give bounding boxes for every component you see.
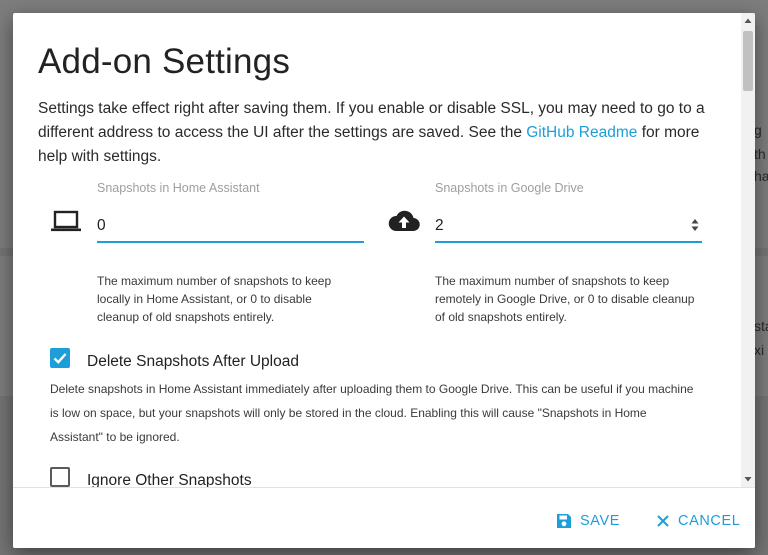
settings-dialog: Add-on Settings Settings take effect rig… (13, 13, 755, 548)
intro-text: Settings take effect right after saving … (38, 97, 718, 169)
drive-snapshots-input[interactable] (435, 211, 702, 243)
scroll-thumb[interactable] (743, 31, 753, 91)
close-icon (657, 515, 669, 527)
checkmark-icon (53, 353, 67, 364)
ha-snapshots-label: Snapshots in Home Assistant (97, 181, 260, 195)
drive-snapshots-help: The maximum number of snapshots to keep … (435, 274, 695, 324)
scroll-down-icon[interactable] (741, 472, 755, 486)
dialog-title: Add-on Settings (38, 42, 291, 81)
github-readme-link[interactable]: GitHub Readme (526, 124, 637, 141)
dialog-content[interactable]: Add-on Settings Settings take effect rig… (13, 13, 755, 487)
cancel-label: CANCEL (678, 513, 741, 529)
dialog-footer: SAVE CANCEL (13, 487, 755, 548)
dialog-scrollbar[interactable] (741, 13, 755, 487)
delete-after-upload-checkbox[interactable] (50, 348, 70, 368)
delete-after-upload-label[interactable]: Delete Snapshots After Upload (87, 353, 299, 371)
cloud-upload-icon (387, 208, 421, 239)
background-text: xi (754, 342, 765, 358)
ignore-other-snapshots-label[interactable]: Ignore Other Snapshots (87, 472, 252, 487)
delete-after-upload-description: Delete snapshots in Home Assistant immed… (50, 382, 694, 444)
background-text: sta (754, 318, 768, 334)
save-icon (557, 514, 571, 528)
drive-snapshots-label: Snapshots in Google Drive (435, 181, 584, 195)
save-label: SAVE (580, 513, 621, 529)
ignore-other-snapshots-checkbox[interactable] (50, 467, 70, 487)
cancel-button[interactable]: CANCEL (655, 510, 740, 532)
background-text: ha (754, 168, 768, 184)
background-text: th (754, 146, 766, 162)
laptop-icon (50, 210, 82, 239)
ha-snapshots-help: The maximum number of snapshots to keep … (97, 274, 332, 324)
background-text: g (754, 122, 762, 138)
scroll-up-icon[interactable] (741, 14, 755, 28)
save-button[interactable]: SAVE (555, 510, 620, 532)
number-spinner-icon[interactable] (690, 215, 700, 235)
ha-snapshots-input[interactable] (97, 211, 364, 243)
